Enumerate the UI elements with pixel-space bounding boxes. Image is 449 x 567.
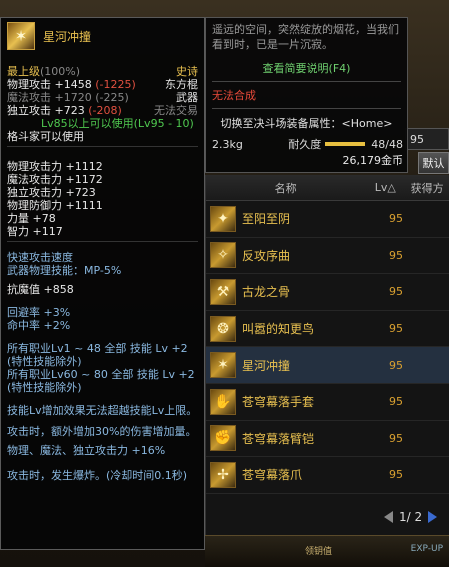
gauntlet-icon: ✊ xyxy=(210,425,236,452)
stat-line: 魔法攻击力 +1172 xyxy=(7,173,103,186)
item-name: 古龙之骨 xyxy=(242,285,291,300)
effect-attack: 物理、魔法、独立攻击力 +16% xyxy=(7,444,166,457)
trade-status: 无法交易 xyxy=(154,104,198,117)
weapon-skill-mp: 武器物理技能：MP-5% xyxy=(7,264,122,277)
item-level: 95 xyxy=(389,248,403,262)
item-name: 苍穹幕落爪 xyxy=(242,468,303,483)
no-combine-label: 无法合成 xyxy=(212,89,256,102)
mode-label: 领钥值 xyxy=(305,547,333,557)
weapon-icon: ✶ xyxy=(7,22,35,50)
stat-line: 力量 +78 xyxy=(7,212,56,225)
item-name: 至阳至阴 xyxy=(242,212,291,227)
divider xyxy=(212,81,401,82)
skill-bonus-1: 所有职业Lv1 ~ 48 全部 技能 Lv +2 xyxy=(7,342,188,355)
mag-atk: 魔法攻击 +1720 xyxy=(7,91,92,104)
gauntlet-icon: ✋ xyxy=(210,388,236,415)
item-level: 95 xyxy=(389,395,403,409)
skill-bonus-1-note: (特性技能除外) xyxy=(7,355,82,368)
exp-label: EXP-UP xyxy=(410,544,443,554)
prev-page-icon[interactable] xyxy=(384,511,393,523)
item-name: 反攻序曲 xyxy=(242,248,291,263)
list-item-selected[interactable]: ✶ 星河冲撞 95 xyxy=(206,347,449,384)
brief-description-link[interactable]: 查看简要说明(F4) xyxy=(212,60,401,76)
stat-line: 智力 +117 xyxy=(7,225,63,238)
item-list-panel: 名称 Lv△ 获得方 ✦ 至阳至阴 95 ✧ 反攻序曲 95 ⚒ 古龙之骨 95… xyxy=(205,175,449,535)
weapon-type: 东方棍 xyxy=(165,78,198,91)
phys-atk-diff: (-1225) xyxy=(95,78,136,91)
item-name: 叫嚣的知更鸟 xyxy=(242,322,315,337)
weapon-icon: ⚒ xyxy=(210,278,236,305)
list-item[interactable]: ⚒ 古龙之骨 95 xyxy=(206,274,449,311)
divider xyxy=(7,241,198,242)
durability-bar xyxy=(325,142,366,146)
divider xyxy=(212,108,401,109)
class-requirement: 格斗家可以使用 xyxy=(7,130,84,143)
item-desc-tooltip: 遥远的空间，突然绽放的烟花，当我们看到时，已是一片沉寂。 查看简要说明(F4) … xyxy=(205,17,408,173)
list-item[interactable]: ✊ 苍穹幕落臂铠 95 xyxy=(206,421,449,458)
level-pct: (100%) xyxy=(40,65,81,78)
evasion-rate: 回避率 +3% xyxy=(7,306,71,319)
item-stats-tooltip: ✶ 星河冲撞 最上级(100%) 史诗 物理攻击 +1458 (-1225) 东… xyxy=(0,17,205,550)
divider xyxy=(7,146,198,147)
list-header: 名称 Lv△ 获得方 xyxy=(206,175,449,201)
bottom-status-bar: 领钥值 EXP-UP xyxy=(205,535,449,567)
list-item[interactable]: ✦ 至阳至阴 95 xyxy=(206,201,449,238)
list-item[interactable]: ✧ 反攻序曲 95 xyxy=(206,238,449,275)
item-level: 95 xyxy=(389,431,403,445)
list-item[interactable]: ✋ 苍穹幕落手套 95 xyxy=(206,384,449,421)
stat-line: 物理攻击力 +1112 xyxy=(7,160,103,173)
item-name: 苍穹幕落臂铠 xyxy=(242,431,315,446)
list-item[interactable]: ❂ 叫嚣的知更鸟 95 xyxy=(206,311,449,348)
header-name[interactable]: 名称 xyxy=(206,180,365,196)
item-level: 95 xyxy=(389,285,403,299)
switch-pvp-stats[interactable]: 切换至决斗场装备属性：<Home> xyxy=(212,115,401,131)
tooltip-footer: 2.3kg 耐久度 48/48 26,179金币 xyxy=(212,136,403,168)
page-indicator: 1/ 2 xyxy=(399,510,423,524)
ind-atk-diff: (-208) xyxy=(88,104,122,117)
list-item[interactable]: ✢ 苍穹幕落爪 95 xyxy=(206,457,449,494)
mag-atk-diff: (-225) xyxy=(95,91,129,104)
anti-magic-value: 抗魔值 +858 xyxy=(7,283,74,296)
level-filter-input[interactable]: 95 xyxy=(405,128,449,150)
phys-atk: 物理攻击 +1458 xyxy=(7,78,92,91)
effect-explosion: 攻击时，发生爆炸。(冷却时间0.1秒) xyxy=(7,469,188,482)
sell-price: 26,179金币 xyxy=(342,154,404,167)
pager: 1/ 2 xyxy=(372,505,449,529)
stat-line: 独立攻击力 +723 xyxy=(7,186,96,199)
skill-level-cap-note: 技能Lv增加效果无法超越技能Lv上限。 xyxy=(7,404,198,417)
durability-value: 48/48 xyxy=(371,137,403,151)
rarity-label: 史诗 xyxy=(176,65,198,78)
weapon-icon: ✦ xyxy=(210,205,236,232)
level-label: 最上级 xyxy=(7,65,40,78)
item-name: 苍穹幕落手套 xyxy=(242,395,315,410)
item-title: 星河冲撞 xyxy=(43,29,92,44)
item-level: 95 xyxy=(389,322,403,336)
next-page-icon[interactable] xyxy=(428,511,438,523)
header-obtain[interactable]: 获得方 xyxy=(405,180,449,196)
weapon-icon: ✧ xyxy=(210,242,236,269)
item-category: 武器 xyxy=(176,91,198,104)
weapon-icon: ✶ xyxy=(210,352,236,379)
effect-damage: 攻击时，额外增加30%的伤害增加量。 xyxy=(7,425,197,438)
skill-bonus-2: 所有职业Lv60 ~ 80 全部 技能 Lv +2 xyxy=(7,368,195,381)
stat-line: 物理防御力 +1111 xyxy=(7,199,103,212)
item-level: 95 xyxy=(389,358,403,372)
ind-atk: 独立攻击 +723 xyxy=(7,104,85,117)
durability-label: 耐久度 xyxy=(288,138,322,151)
hit-rate: 命中率 +2% xyxy=(7,319,71,332)
required-level: Lv85以上可以使用 xyxy=(41,117,134,130)
item-level: 95 xyxy=(389,468,403,482)
claw-icon: ✢ xyxy=(210,461,236,488)
header-level-sort[interactable]: Lv△ xyxy=(365,181,405,194)
weapon-icon: ❂ xyxy=(210,315,236,342)
item-description: 遥远的空间，突然绽放的烟花，当我们看到时，已是一片沉寂。 xyxy=(212,23,399,51)
item-name: 星河冲撞 xyxy=(242,358,291,373)
required-level-range: (Lv95 - 10) xyxy=(133,117,194,130)
skill-bonus-2-note: (特性技能除外) xyxy=(7,381,82,394)
weight: 2.3kg xyxy=(212,137,243,151)
attack-speed: 快速攻击速度 xyxy=(7,251,73,264)
default-sort-button[interactable]: 默认 xyxy=(418,152,449,174)
item-level: 95 xyxy=(389,212,403,226)
